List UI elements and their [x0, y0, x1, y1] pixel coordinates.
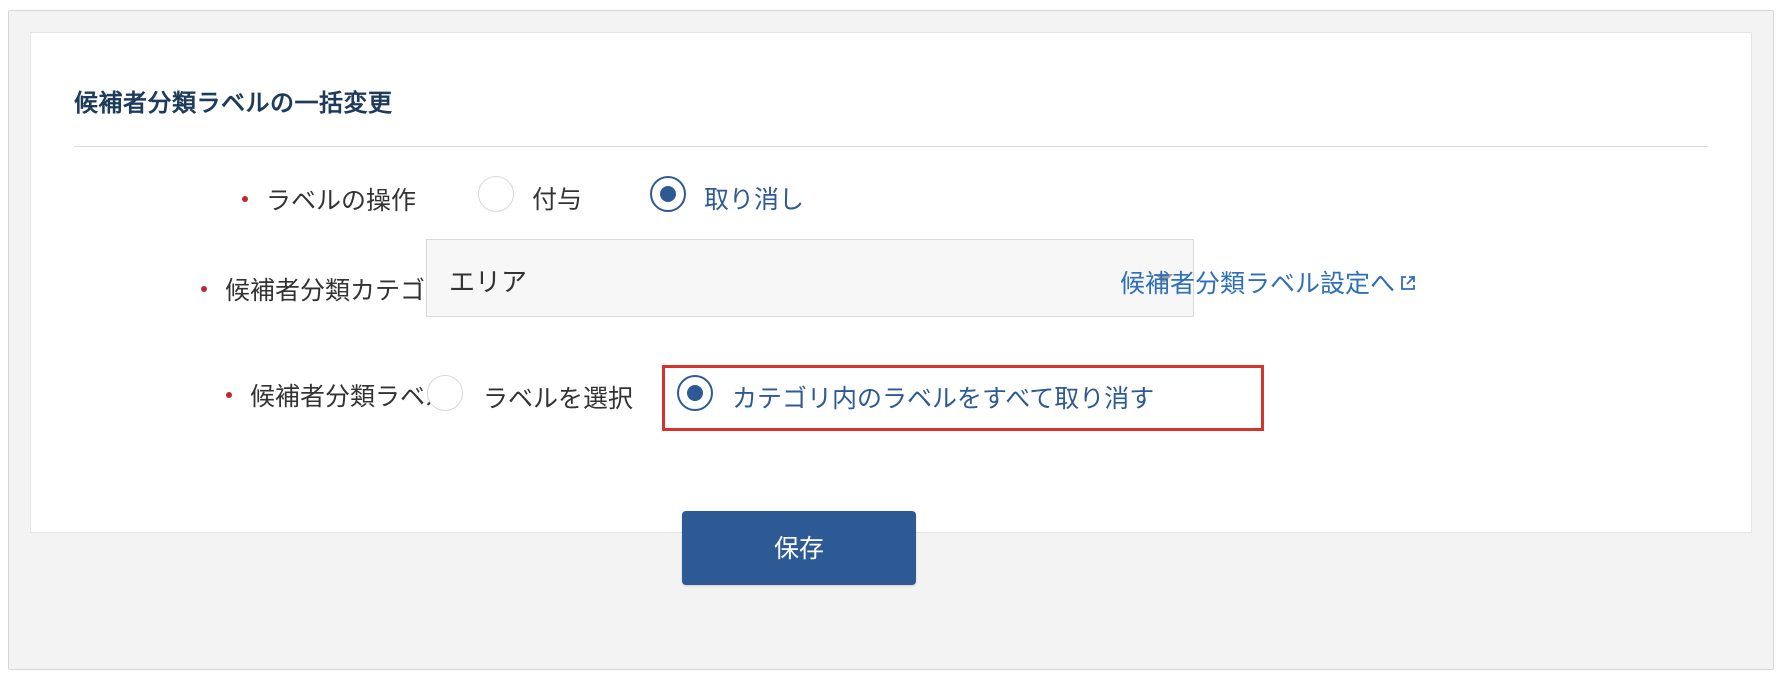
required-marker	[225, 392, 232, 398]
radio-revoke-all[interactable]	[677, 375, 713, 411]
label-settings-link[interactable]: 候補者分類ラベル設定へ	[1120, 264, 1417, 300]
page-frame: 候補者分類ラベルの一括変更 ラベルの操作 付与 取り消し 候補者分類カテゴリ エ…	[8, 10, 1774, 670]
label-settings-link-text[interactable]: 候補者分類ラベル設定へ	[1120, 269, 1395, 298]
radio-select-label-text[interactable]: ラベルを選択	[483, 379, 633, 415]
category-label-text: 候補者分類カテゴリ	[224, 276, 450, 305]
required-marker	[241, 196, 248, 202]
save-button[interactable]: 保存	[682, 511, 916, 585]
radio-revoke[interactable]	[650, 176, 686, 212]
classification-field-label: 候補者分類ラベル	[225, 377, 450, 413]
category-select-value: エリア	[449, 268, 528, 298]
radio-select-label[interactable]	[427, 375, 463, 411]
operation-label-text: ラベルの操作	[265, 186, 416, 215]
radio-grant[interactable]	[478, 176, 514, 212]
title-divider	[74, 146, 1708, 147]
form-title: 候補者分類ラベルの一括変更	[74, 89, 393, 117]
category-field-label: 候補者分類カテゴリ	[200, 271, 450, 307]
classification-label-text: 候補者分類ラベル	[249, 382, 450, 411]
radio-revoke-all-text[interactable]: カテゴリ内のラベルをすべて取り消す	[732, 379, 1154, 415]
category-select[interactable]: エリア	[426, 239, 1194, 317]
external-link-icon	[1401, 276, 1415, 290]
required-marker	[200, 286, 207, 292]
radio-grant-label[interactable]: 付与	[532, 180, 582, 216]
radio-revoke-label[interactable]: 取り消し	[704, 180, 804, 216]
operation-row: ラベルの操作 付与 取り消し	[31, 164, 1751, 224]
operation-field-label: ラベルの操作	[241, 181, 416, 217]
